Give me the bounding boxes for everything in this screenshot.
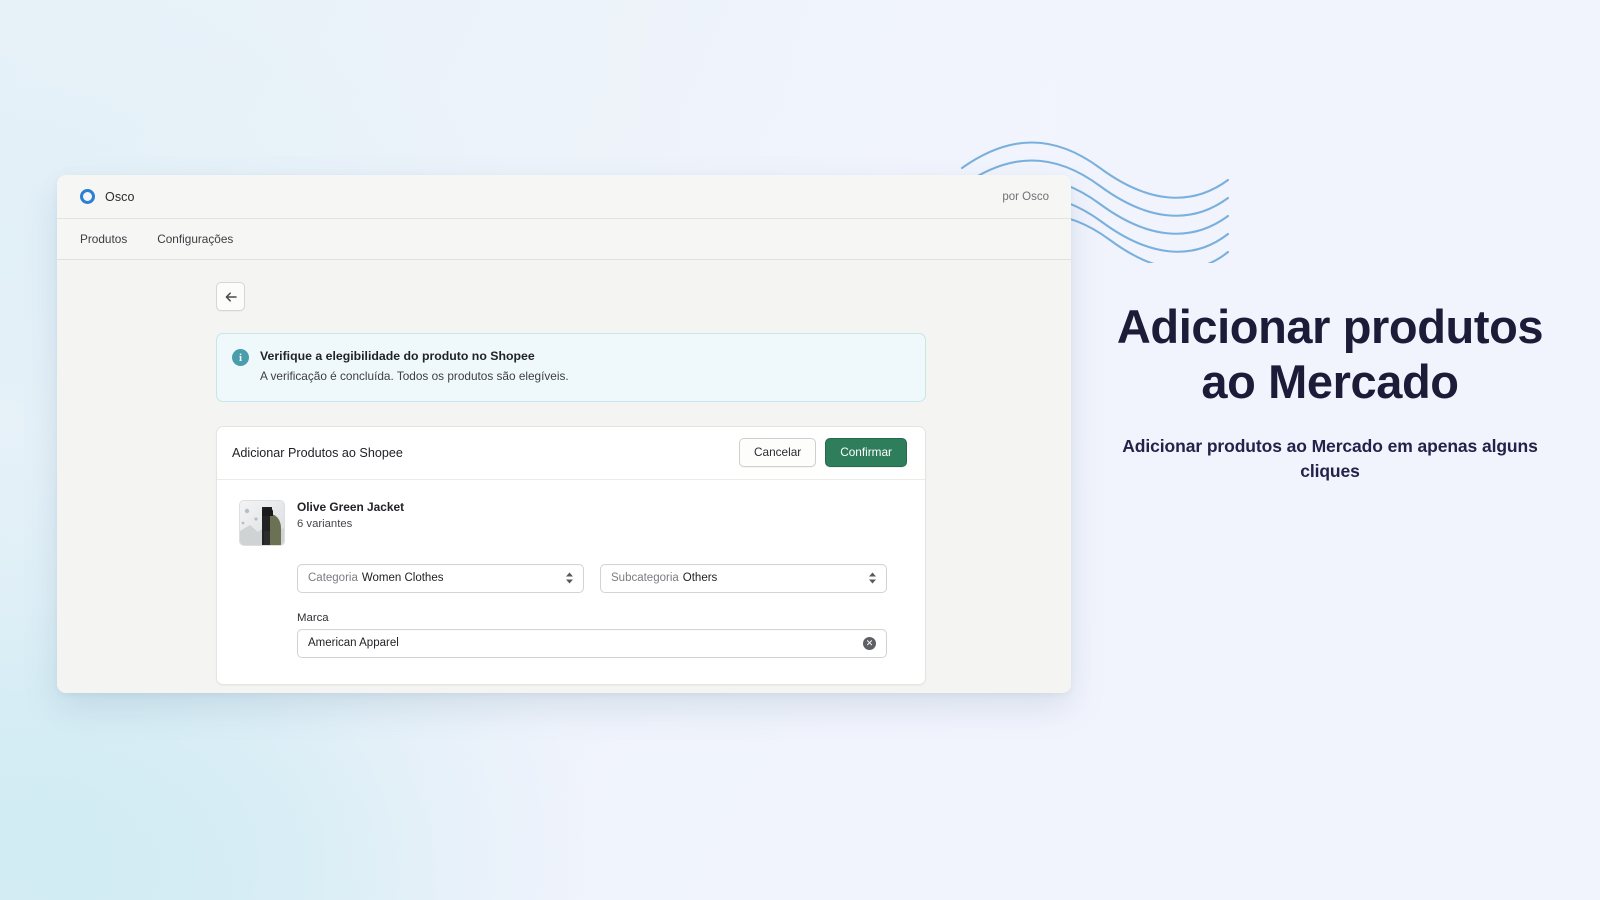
- product-row: Olive Green Jacket 6 variantes: [239, 499, 905, 546]
- category-prefix-label: Categoria: [308, 572, 358, 585]
- app-navbar: Produtos Configurações: [57, 219, 1071, 260]
- banner-title: Verifique a elegibilidade do produto no …: [260, 349, 535, 363]
- brand-input[interactable]: American Apparel ✕: [297, 628, 887, 658]
- card-actions: Cancelar Confirmar: [738, 438, 907, 467]
- card-title: Adicionar Produtos ao Shopee: [232, 445, 403, 460]
- arrow-left-icon: [224, 290, 238, 304]
- osco-logo-icon: [80, 189, 95, 204]
- brand-label: Marca: [297, 611, 329, 624]
- brand-field-block: Marca American Apparel ✕: [297, 612, 905, 658]
- nav-item-produtos[interactable]: Produtos: [80, 232, 127, 246]
- updown-stepper-icon: [868, 572, 877, 585]
- brand-name: Osco: [105, 189, 135, 204]
- marketing-title: Adicionar produtos ao Mercado: [1116, 300, 1544, 408]
- marketing-subtitle: Adicionar produtos ao Mercado em apenas …: [1122, 435, 1538, 482]
- subcategory-prefix-label: Subcategoria: [611, 572, 679, 585]
- product-variants: 6 variantes: [297, 517, 353, 530]
- nav-item-configuracoes[interactable]: Configurações: [157, 232, 233, 246]
- banner-description: A verificação é concluída. Todos os prod…: [260, 368, 569, 383]
- clear-circle-icon[interactable]: ✕: [863, 636, 876, 650]
- subcategory-select[interactable]: Subcategoria Others: [600, 563, 887, 593]
- select-row: Categoria Women Clothes Subcategoria Oth…: [297, 563, 905, 593]
- product-thumbnail: [239, 499, 285, 546]
- app-content-area: i Verifique a elegibilidade do produto n…: [57, 260, 1071, 693]
- banner-text-block: Verifique a elegibilidade do produto no …: [260, 348, 569, 385]
- add-products-card: Adicionar Produtos ao Shopee Cancelar Co…: [216, 425, 926, 685]
- product-fields: Categoria Women Clothes Subcategoria Oth…: [297, 563, 905, 658]
- product-name: Olive Green Jacket: [297, 499, 405, 514]
- category-value: Women Clothes: [361, 572, 444, 585]
- marketing-panel: Adicionar produtos ao Mercado Adicionar …: [1110, 300, 1550, 485]
- cancel-button[interactable]: Cancelar: [738, 438, 817, 467]
- content-column: i Verifique a elegibilidade do produto n…: [216, 333, 926, 685]
- confirm-button[interactable]: Confirmar: [825, 438, 907, 467]
- brand-value: American Apparel: [308, 637, 399, 650]
- card-body: Olive Green Jacket 6 variantes Categoria…: [217, 480, 925, 684]
- updown-stepper-icon: [565, 572, 574, 585]
- app-window: Osco por Osco Produtos Configurações i V…: [57, 175, 1071, 693]
- subcategory-value: Others: [682, 572, 718, 585]
- back-button[interactable]: [216, 282, 245, 311]
- app-topbar: Osco por Osco: [57, 175, 1071, 219]
- info-icon: i: [232, 349, 249, 366]
- attribution-label: por Osco: [1002, 190, 1049, 203]
- eligibility-banner: i Verifique a elegibilidade do produto n…: [216, 333, 926, 402]
- product-meta: Olive Green Jacket 6 variantes: [297, 500, 905, 546]
- card-header: Adicionar Produtos ao Shopee Cancelar Co…: [217, 427, 925, 480]
- brand[interactable]: Osco: [80, 189, 135, 204]
- category-select[interactable]: Categoria Women Clothes: [297, 563, 584, 593]
